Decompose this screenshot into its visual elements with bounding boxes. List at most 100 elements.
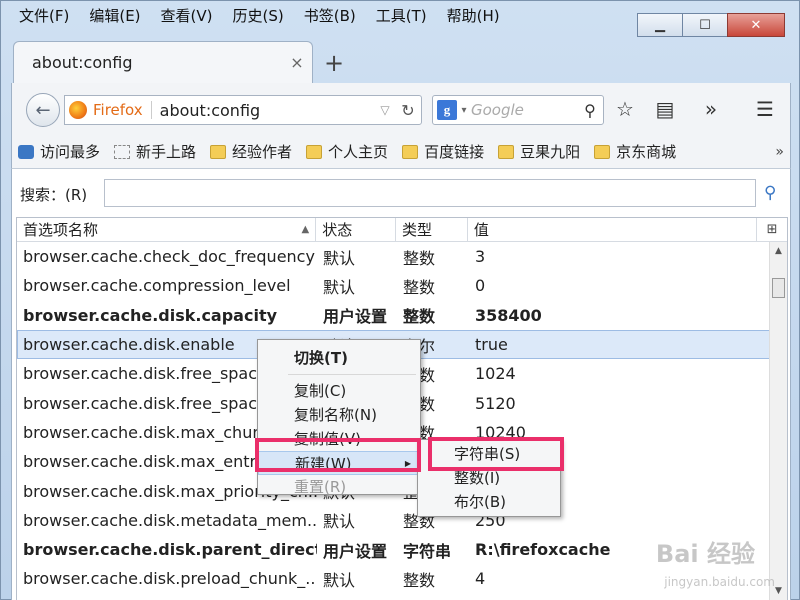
bookmark-getting-started[interactable]: 新手上路: [114, 141, 196, 162]
submenu-item-integer[interactable]: 整数(I): [418, 466, 560, 490]
submenu-item-boolean[interactable]: 布尔(B): [418, 490, 560, 514]
header-label: 首选项名称: [23, 221, 99, 239]
tab-close-icon[interactable]: ×: [282, 53, 312, 72]
menu-help[interactable]: 帮助(H): [437, 5, 510, 27]
cell-status: 用户设置: [323, 307, 388, 327]
window-controls: ▁ ☐ ✕: [637, 13, 785, 37]
menu-item-copy-name[interactable]: 复制名称(N): [258, 403, 420, 427]
menu-item-reset: 重置(R): [294, 478, 347, 496]
bookmarks-icon: [18, 144, 34, 159]
table-row[interactable]: browser.cache.check_doc_frequency 默认 整数 3: [17, 242, 787, 271]
menu-separator: [288, 374, 416, 375]
table-row[interactable]: browser.cache.compression_level 默认 整数 0: [17, 271, 787, 300]
identity-label: Firefox: [93, 101, 152, 119]
bookmarks-more-icon[interactable]: »: [775, 144, 784, 160]
tab-title: about:config: [32, 53, 133, 72]
menu-bookmarks[interactable]: 书签(B): [294, 5, 366, 27]
folder-icon: [594, 144, 611, 159]
url-dropdown-icon[interactable]: ▽: [375, 103, 395, 117]
bookmark-folder[interactable]: 京东商城: [594, 141, 676, 162]
context-menu: 切换(T) 复制(C) 复制名称(N) 复制值(V) 新建(W) ▶ 重置(R): [257, 339, 421, 496]
bookmark-star-icon[interactable]: ☆: [612, 97, 638, 121]
column-header-type[interactable]: 类型: [396, 218, 468, 241]
navigation-toolbar: ← Firefox about:config ▽ ↻ g ▾ Google ⚲ …: [11, 83, 791, 135]
cell-name: browser.cache.compression_level: [23, 276, 291, 296]
cell-name: browser.cache.disk.preload_chunk_...: [23, 569, 317, 589]
browser-window: 文件(F) 编辑(E) 查看(V) 历史(S) 书签(B) 工具(T) 帮助(H…: [0, 0, 800, 600]
column-header-value[interactable]: 值: [468, 218, 758, 241]
cell-name: browser.cache.check_doc_frequency: [23, 247, 315, 267]
url-text[interactable]: about:config: [160, 101, 375, 120]
search-bar[interactable]: g ▾ Google ⚲: [432, 95, 604, 125]
bookmark-label: 豆果九阳: [520, 143, 581, 161]
google-engine-icon[interactable]: g: [437, 100, 457, 120]
menu-view[interactable]: 查看(V): [151, 5, 223, 27]
bookmark-label: 百度链接: [424, 143, 485, 161]
cell-type: 整数: [403, 570, 436, 590]
hamburger-menu-icon[interactable]: ☰: [752, 97, 778, 121]
cell-status: 默认: [323, 512, 356, 532]
minimize-icon: ▁: [655, 17, 665, 33]
cell-status: 默认: [323, 277, 356, 297]
close-window-button[interactable]: ✕: [727, 13, 785, 37]
cell-status: 默认: [323, 248, 356, 268]
cell-status: 默认: [323, 570, 356, 590]
new-tab-button[interactable]: +: [321, 49, 347, 77]
bookmark-folder[interactable]: 豆果九阳: [498, 141, 580, 162]
menu-item-toggle[interactable]: 切换(T): [258, 346, 420, 370]
scroll-up-icon[interactable]: ▲: [770, 242, 787, 260]
tab-about-config[interactable]: about:config ×: [13, 41, 313, 83]
bookmarks-toolbar: 访问最多 新手上路 经验作者 个人主页 百度链接 豆果九阳 京东商城 »: [11, 135, 791, 169]
reload-icon[interactable]: ↻: [395, 101, 421, 120]
submenu-item-string[interactable]: 字符串(S): [418, 442, 560, 466]
submenu-arrow-icon: ▶: [404, 459, 411, 468]
watermark-url: jingyan.baidu.com: [664, 575, 775, 589]
menu-item-new[interactable]: 新建(W) ▶: [258, 451, 420, 475]
cell-value: 0: [475, 276, 486, 296]
engine-dropdown-icon[interactable]: ▾: [457, 105, 471, 116]
config-search-input[interactable]: [104, 179, 756, 207]
cell-type: 整数: [403, 277, 436, 297]
cell-name: browser.cache.disk.capacity: [23, 305, 278, 325]
menu-item-label: 新建(W): [295, 455, 352, 473]
search-label: 搜索：(R): [20, 186, 88, 204]
bookmark-folder[interactable]: 百度链接: [402, 141, 484, 162]
column-picker-icon[interactable]: ⊞: [757, 218, 787, 241]
cell-type: 整数: [403, 307, 436, 327]
maximize-button[interactable]: ☐: [682, 13, 728, 37]
cell-status: 用户设置: [323, 541, 388, 561]
column-header-name[interactable]: 首选项名称 ▲: [17, 218, 317, 241]
bookmark-most-visited[interactable]: 访问最多: [18, 141, 100, 162]
cell-type: 字符串: [403, 541, 452, 561]
bookmark-label: 新手上路: [136, 143, 197, 161]
bookmark-folder[interactable]: 个人主页: [306, 141, 388, 162]
new-submenu: 字符串(S) 整数(I) 布尔(B): [417, 439, 561, 517]
maximize-icon: ☐: [699, 17, 711, 33]
back-button[interactable]: ←: [26, 93, 60, 127]
bookmark-folder[interactable]: 经验作者: [210, 141, 292, 162]
minimize-button[interactable]: ▁: [637, 13, 683, 37]
search-icon[interactable]: ⚲: [764, 183, 776, 203]
menu-bar: 文件(F) 编辑(E) 查看(V) 历史(S) 书签(B) 工具(T) 帮助(H…: [9, 5, 510, 27]
overflow-chevron-icon[interactable]: »: [698, 97, 724, 121]
cell-value: 358400: [475, 305, 542, 325]
scroll-thumb[interactable]: [772, 278, 785, 298]
column-header-status[interactable]: 状态: [316, 218, 397, 241]
search-icon[interactable]: ⚲: [577, 101, 603, 120]
menu-item-copy[interactable]: 复制(C): [258, 379, 420, 403]
menu-history[interactable]: 历史(S): [223, 5, 294, 27]
menu-item-copy-value[interactable]: 复制值(V): [258, 427, 420, 451]
vertical-scrollbar[interactable]: ▲ ▼: [769, 242, 787, 600]
table-row[interactable]: browser.cache.disk.capacity 用户设置 整数 358400: [17, 301, 787, 330]
cell-value: true: [475, 335, 508, 355]
menu-file[interactable]: 文件(F): [9, 5, 79, 27]
menu-tools[interactable]: 工具(T): [366, 5, 437, 27]
table-header: 首选项名称 ▲ 状态 类型 值 ⊞: [17, 218, 787, 242]
url-bar[interactable]: Firefox about:config ▽ ↻: [64, 95, 422, 125]
config-search-row: 搜索：(R) ⚲: [12, 179, 790, 209]
bookmarks-menu-icon[interactable]: ▤: [652, 97, 678, 121]
folder-icon: [402, 144, 419, 159]
table-row[interactable]: browser.cache.disk.metadata_mem... 默认 整数 25…: [17, 506, 787, 535]
menu-edit[interactable]: 编辑(E): [79, 5, 150, 27]
watermark: Bai 经验: [655, 540, 755, 568]
